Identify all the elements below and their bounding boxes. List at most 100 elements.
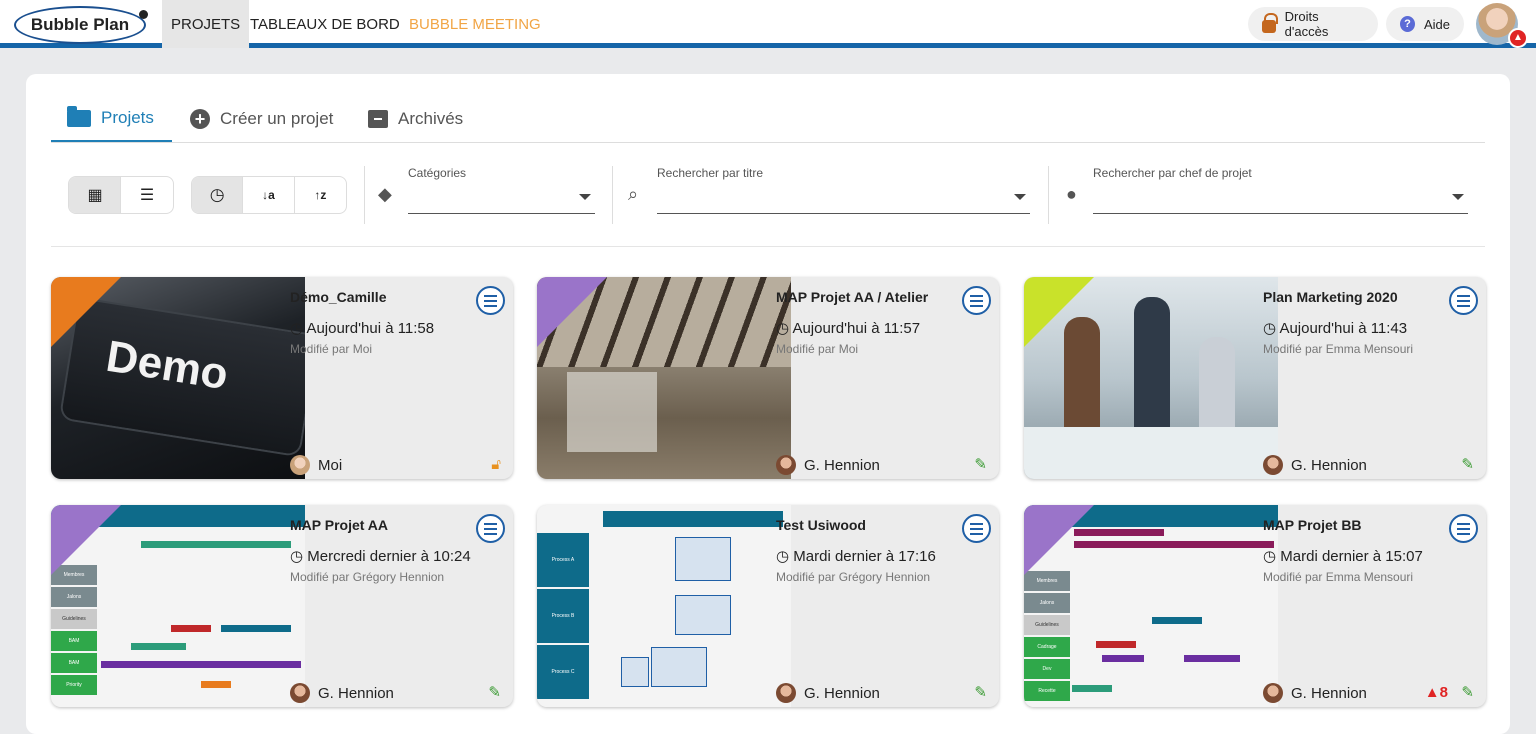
card-title: Démo_Camille (290, 289, 387, 305)
droits-label: Droits d'accès (1284, 9, 1329, 39)
sort-by-date-button[interactable]: ◷ (192, 177, 244, 213)
card-date-text: Aujourd'hui à 11:58 (306, 320, 435, 337)
card-owner: Moi (290, 455, 342, 475)
bubble-plan-logo[interactable]: Bubble Plan (14, 6, 148, 44)
plus-circle-icon: + (190, 109, 210, 129)
owner-name: Moi (318, 456, 343, 474)
card-date: ◷ Mercredi dernier à 10:24 (290, 548, 471, 565)
card-modified-by: Modifié par Grégory Hennion (776, 570, 931, 584)
category-corner (1024, 505, 1094, 575)
filter-separator (1048, 166, 1049, 224)
tab-archives-label: Archivés (398, 109, 464, 128)
grid-view-button[interactable]: ▦ (69, 177, 121, 213)
nav-projets[interactable]: PROJETS (162, 0, 250, 48)
edit-pencil-icon[interactable]: ✎ (1461, 455, 1474, 473)
field-underline (1093, 213, 1468, 214)
card-date-text: Aujourd'hui à 11:57 (792, 320, 921, 337)
project-card[interactable]: Demo Démo_Camille ◷ Aujourd'hui à 11:58 … (51, 277, 513, 479)
card-menu-button[interactable] (962, 286, 991, 315)
tab-archives[interactable]: Archivés (368, 96, 463, 142)
grid-icon: ▦ (87, 187, 102, 204)
card-title: MAP Projet AA / Atelier (776, 289, 929, 305)
sort-za-button[interactable]: ↑z (295, 177, 346, 213)
archive-icon (368, 110, 388, 128)
aide-button[interactable]: ? Aide (1386, 7, 1464, 41)
edit-pencil-icon[interactable]: ✎ (1461, 683, 1474, 701)
card-date-text: Mardi dernier à 15:07 (1280, 548, 1423, 565)
card-date: ◷ Mardi dernier à 17:16 (776, 548, 936, 565)
project-thumbnail: Process A Process B Process C (537, 505, 791, 707)
search-title-select[interactable]: Rechercher par titre (657, 166, 1030, 214)
search-manager-select[interactable]: Rechercher par chef de projet (1093, 166, 1468, 214)
chevron-down-icon (1452, 194, 1464, 200)
owner-avatar (1263, 683, 1283, 703)
filter-separator (364, 166, 365, 224)
card-date: ◷ Aujourd'hui à 11:43 (1263, 320, 1408, 337)
logo-text: Bubble Plan (30, 15, 130, 34)
card-modified-by: Modifié par Grégory Hennion (290, 570, 445, 584)
user-icon: ● (1066, 184, 1077, 204)
tag-icon: ◆ (378, 184, 392, 204)
logo-dot (139, 10, 148, 19)
search-title-label: Rechercher par titre (657, 166, 764, 180)
card-modified-by: Modifié par Emma Mensouri (1263, 570, 1414, 584)
project-card[interactable]: Membres Jalons Guidelines Cadrage Dev Re… (1024, 505, 1486, 707)
card-title: MAP Projet AA (290, 517, 389, 533)
card-owner: G. Hennion (1263, 455, 1367, 475)
project-card[interactable]: Plan Marketing 2020 ◷ Aujourd'hui à 11:4… (1024, 277, 1486, 479)
view-toggle-group: ▦ ☰ (68, 176, 174, 214)
project-card[interactable]: Membres Jalons Guidelines BAM BAM Priori… (51, 505, 513, 707)
list-view-button[interactable]: ☰ (121, 177, 173, 213)
owner-avatar (776, 455, 796, 475)
card-menu-button[interactable] (476, 514, 505, 543)
nav-bubble-meeting[interactable]: BUBBLE MEETING (400, 0, 550, 48)
card-date: ◷ Mardi dernier à 15:07 (1263, 548, 1423, 565)
alert-bell-icon[interactable]: ▲8 (1425, 684, 1448, 701)
edit-pencil-icon[interactable]: ✎ (488, 683, 501, 701)
tab-divider (51, 142, 1485, 143)
sort-az-button[interactable]: ↓a (243, 177, 295, 213)
search-icon: ⌕ (628, 184, 639, 204)
project-thumbnail: Demo (51, 277, 305, 479)
category-corner (1024, 277, 1094, 347)
tab-creer-projet[interactable]: + Créer un projet (190, 96, 333, 142)
card-modified-by: Modifié par Moi (776, 342, 859, 356)
field-underline (408, 213, 595, 214)
edit-pencil-icon[interactable]: ✎ (974, 683, 987, 701)
project-card[interactable]: MAP Projet AA / Atelier ◷ Aujourd'hui à … (537, 277, 999, 479)
card-date-text: Mardi dernier à 17:16 (793, 548, 936, 565)
project-thumbnail (537, 277, 791, 479)
categories-select[interactable]: Catégories (408, 166, 595, 214)
card-date-text: Aujourd'hui à 11:43 (1279, 320, 1408, 337)
card-menu-button[interactable] (1449, 514, 1478, 543)
card-title: Test Usiwood (776, 517, 866, 533)
category-corner (537, 277, 607, 347)
field-underline (657, 213, 1030, 214)
sort-toggle-group: ◷ ↓a ↑z (191, 176, 347, 214)
nav-tableaux-de-bord[interactable]: TABLEAUX DE BORD (241, 0, 409, 48)
clock-icon: ◷ (209, 185, 225, 204)
search-manager-label: Rechercher par chef de projet (1093, 166, 1252, 180)
card-menu-button[interactable] (1449, 286, 1478, 315)
chevron-down-icon (1014, 194, 1026, 200)
notification-bell-icon[interactable]: ▲ (1508, 28, 1528, 48)
tab-creer-label: Créer un projet (220, 109, 334, 128)
categories-label: Catégories (408, 166, 467, 180)
card-date: ◷ Aujourd'hui à 11:58 (290, 320, 435, 337)
project-thumbnail: Membres Jalons Guidelines Cadrage Dev Re… (1024, 505, 1278, 707)
edit-pencil-icon[interactable]: ✎ (974, 455, 987, 473)
card-title: Plan Marketing 2020 (1263, 289, 1398, 305)
card-menu-button[interactable] (962, 514, 991, 543)
tab-projets[interactable]: Projets (51, 96, 172, 142)
project-card[interactable]: Process A Process B Process C Test Usiwo… (537, 505, 999, 707)
lock-icon (1262, 12, 1278, 33)
card-modified-by: Modifié par Moi (290, 342, 373, 356)
help-icon: ? (1400, 16, 1415, 32)
owner-avatar (290, 455, 310, 475)
droits-acces-button[interactable]: Droits d'accès (1248, 7, 1378, 41)
owner-name: G. Hennion (1291, 456, 1367, 474)
folder-open-icon (67, 105, 91, 127)
owner-name: G. Hennion (804, 456, 880, 474)
card-menu-button[interactable] (476, 286, 505, 315)
card-owner: G. Hennion (1263, 683, 1367, 703)
